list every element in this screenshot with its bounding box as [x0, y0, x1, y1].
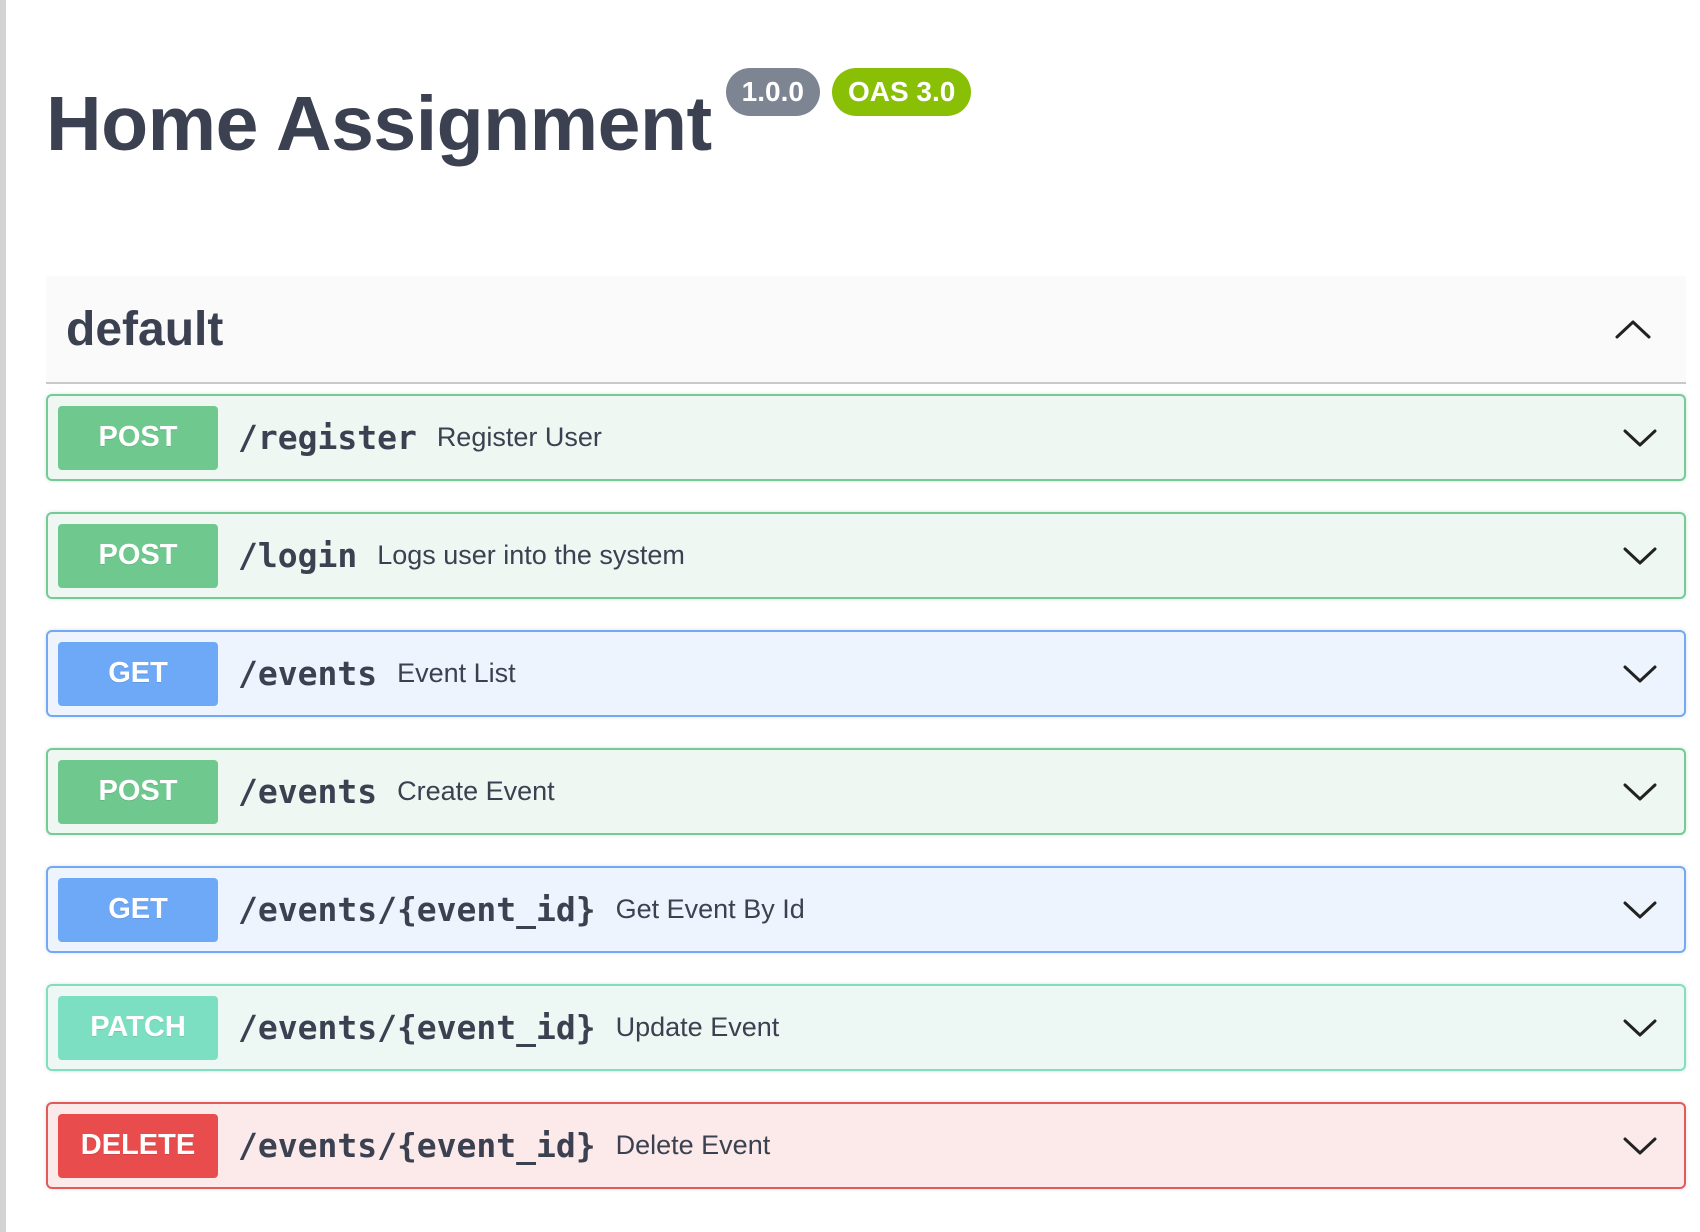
version-badge: 1.0.0 — [725, 68, 820, 116]
operation-summary: Logs user into the system — [377, 540, 685, 570]
chevron-down-icon[interactable] — [1620, 418, 1660, 458]
method-badge: POST — [58, 405, 218, 470]
method-badge: POST — [58, 759, 218, 824]
method-badge: GET — [58, 877, 218, 942]
operation-patch-event[interactable]: PATCH /events/{event_id} Update Event — [46, 984, 1686, 1071]
left-edge-bar — [0, 0, 6, 1232]
operation-summary: Get Event By Id — [615, 894, 805, 924]
api-title: Home Assignment — [46, 81, 712, 167]
operations-list: POST /register Register User POST /login… — [46, 394, 1686, 1189]
operation-path: /events/{event_id} — [238, 890, 596, 929]
method-badge: POST — [58, 523, 218, 588]
tag-name: default — [66, 302, 224, 356]
operation-summary: Create Event — [397, 776, 555, 806]
method-badge: GET — [58, 641, 218, 706]
operation-path: /login — [238, 536, 358, 575]
method-badge: PATCH — [58, 995, 218, 1060]
chevron-down-icon[interactable] — [1620, 890, 1660, 930]
operation-post-login[interactable]: POST /login Logs user into the system — [46, 512, 1686, 599]
chevron-down-icon[interactable] — [1620, 536, 1660, 576]
chevron-down-icon[interactable] — [1620, 1008, 1660, 1048]
chevron-down-icon[interactable] — [1620, 772, 1660, 812]
operation-path: /events/{event_id} — [238, 1008, 596, 1047]
operation-path: /events — [238, 654, 378, 693]
operation-summary: Event List — [397, 658, 516, 688]
operation-path: /register — [238, 418, 417, 457]
chevron-down-icon[interactable] — [1620, 654, 1660, 694]
operation-post-events[interactable]: POST /events Create Event — [46, 748, 1686, 835]
chevron-down-icon[interactable] — [1620, 1126, 1660, 1166]
operation-path: /events — [238, 772, 378, 811]
tag-header[interactable]: default — [46, 276, 1686, 384]
operation-path: /events/{event_id} — [238, 1126, 596, 1165]
tag-section-default: default POST /register Register User POS… — [46, 276, 1686, 1220]
oas-badge: OAS 3.0 — [831, 68, 972, 116]
operation-post-register[interactable]: POST /register Register User — [46, 394, 1686, 481]
operation-get-events[interactable]: GET /events Event List — [46, 630, 1686, 717]
method-badge: DELETE — [58, 1113, 218, 1178]
operation-get-event-by-id[interactable]: GET /events/{event_id} Get Event By Id — [46, 866, 1686, 953]
operation-summary: Register User — [436, 422, 602, 452]
api-info: Home Assignment 1.0.0 OAS 3.0 — [46, 68, 972, 167]
chevron-up-icon[interactable] — [1612, 308, 1654, 350]
operation-delete-event[interactable]: DELETE /events/{event_id} Delete Event — [46, 1102, 1686, 1189]
operation-summary: Update Event — [615, 1012, 780, 1042]
operation-summary: Delete Event — [615, 1130, 771, 1160]
